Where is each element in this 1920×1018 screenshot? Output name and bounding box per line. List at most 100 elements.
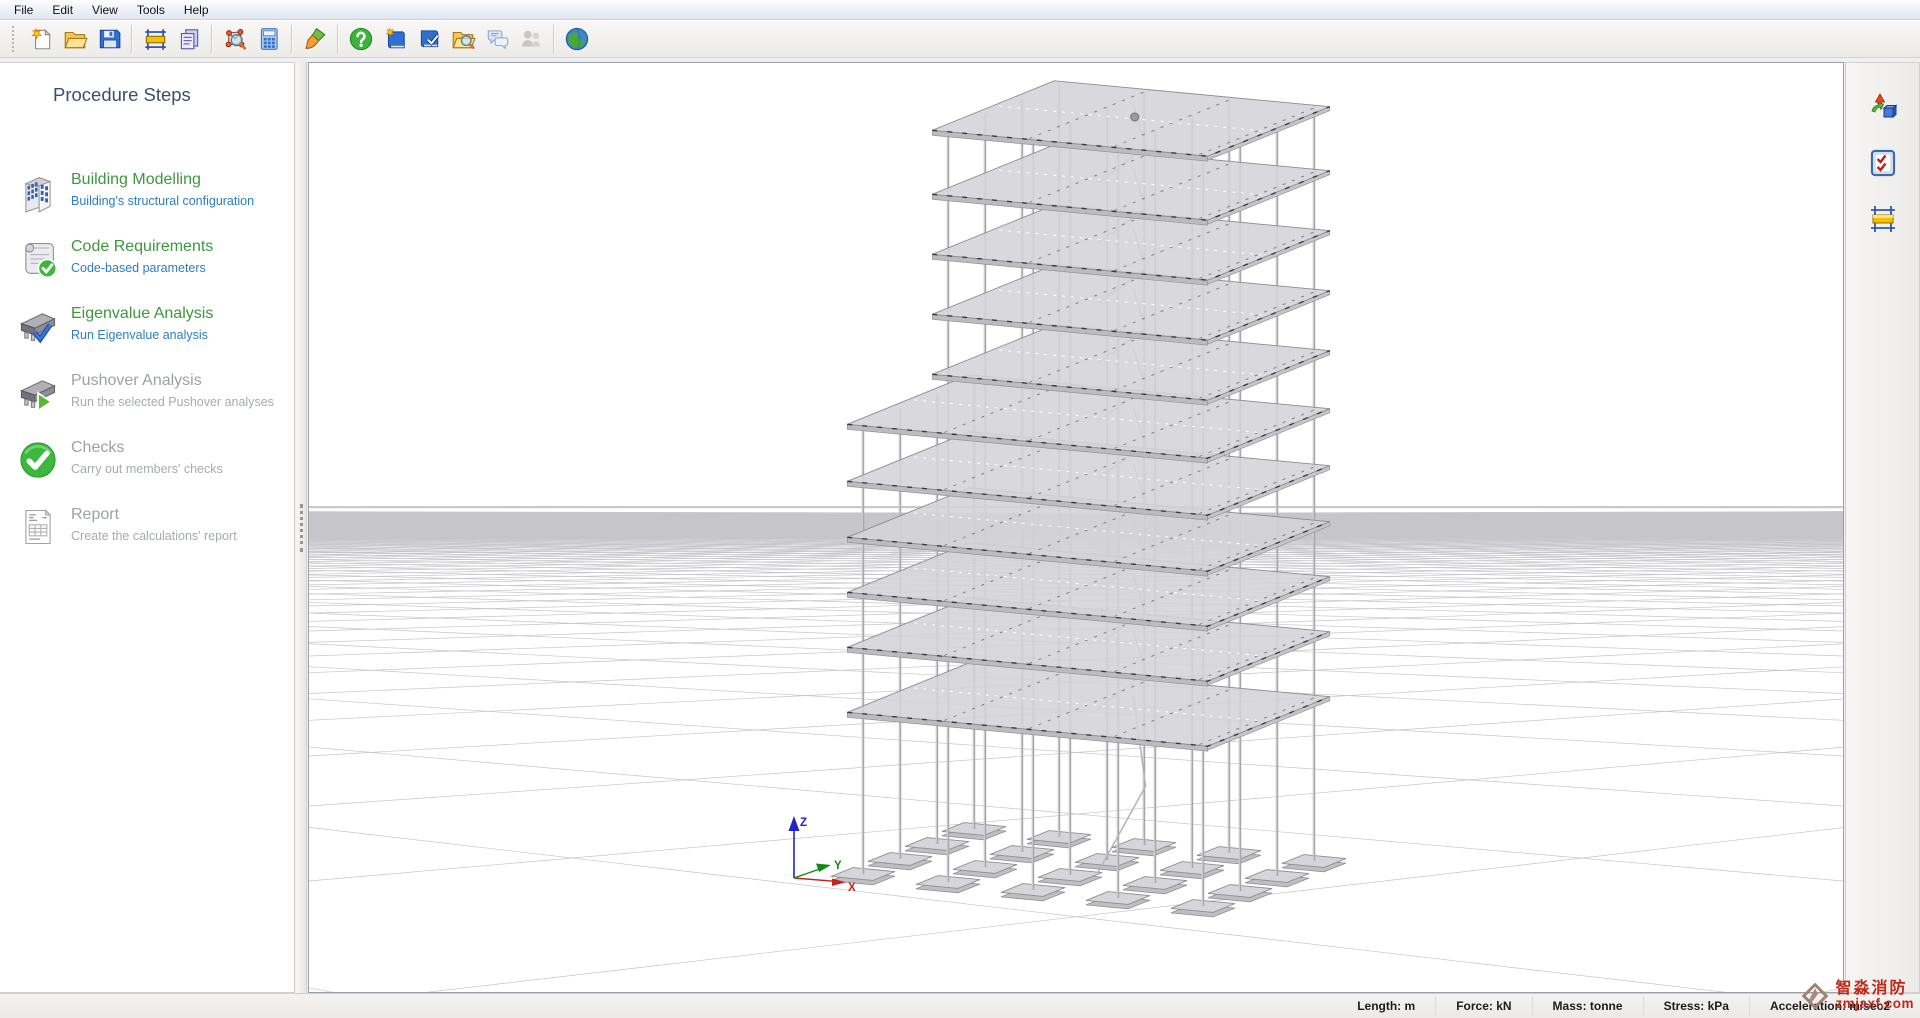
menu-help[interactable]: Help — [175, 1, 219, 19]
toolbar-grip — [12, 26, 18, 52]
calculator-button[interactable] — [253, 23, 285, 55]
step-subtitle: Run the selected Pushover analyses — [71, 395, 274, 410]
website-globe-icon — [564, 26, 590, 52]
support-icon — [518, 26, 544, 52]
display-brush-icon — [302, 26, 328, 52]
model-viewer-button[interactable] — [219, 23, 251, 55]
green-check-icon — [15, 437, 61, 483]
new-project-button[interactable] — [25, 23, 57, 55]
manual-book-icon — [416, 26, 442, 52]
toolbar-separator — [291, 25, 293, 53]
help-button[interactable] — [345, 23, 377, 55]
step-subtitle: Create the calculations' report — [71, 529, 237, 544]
step-pushover-analysis[interactable]: Pushover Analysis Run the selected Pushov… — [0, 370, 294, 437]
step-title: Building Modelling — [71, 170, 254, 190]
status-force: Force: kN — [1435, 996, 1531, 1016]
step-text: Eigenvalue AnalysisRun Eigenvalue analys… — [71, 303, 213, 343]
frame-section-icon — [142, 26, 168, 52]
manual-book-button[interactable] — [413, 23, 445, 55]
status-stress: Stress: kPa — [1643, 996, 1749, 1016]
step-subtitle: Carry out members' checks — [71, 462, 223, 477]
member-checks-button[interactable] — [1865, 145, 1901, 181]
menu-view[interactable]: View — [83, 1, 128, 19]
step-checks[interactable]: Checks Carry out members' checks — [0, 437, 294, 504]
building-icon — [16, 170, 60, 214]
toolbar-separator — [211, 25, 213, 53]
status-mass: Mass: tonne — [1532, 996, 1643, 1016]
support-button — [515, 23, 547, 55]
toolbar-separator — [553, 25, 555, 53]
examples-folder-icon — [450, 26, 476, 52]
menu-tools[interactable]: Tools — [128, 1, 175, 19]
scroll-check-icon — [16, 237, 60, 281]
step-title: Checks — [71, 438, 223, 458]
view-orientation-icon — [1867, 91, 1899, 123]
step-text: Pushover Analysis Run the selected Pushov… — [71, 370, 274, 410]
model-viewport[interactable]: Z XY — [308, 62, 1844, 993]
scroll-check-icon — [15, 236, 61, 282]
section-view-icon — [1867, 203, 1899, 235]
step-text: Building Modelling Building's structural … — [71, 169, 254, 209]
svg-text:Z: Z — [800, 817, 807, 829]
step-report[interactable]: Report Create the calculations' report — [0, 504, 294, 571]
toolbar-separator — [131, 25, 133, 53]
analysis-check-icon — [16, 304, 60, 348]
toolbar-separator — [337, 25, 339, 53]
analysis-run-icon — [15, 370, 61, 416]
view-orientation-button[interactable] — [1865, 89, 1901, 125]
step-code-requirements[interactable]: Code Requirements Code-based parameters — [0, 236, 294, 303]
step-subtitle: Building's structural configuration — [71, 194, 254, 209]
menu-edit[interactable]: Edit — [43, 1, 83, 19]
panel-title: Procedure Steps — [53, 84, 294, 106]
new-project-icon — [28, 26, 54, 52]
step-title: Pushover Analysis — [71, 371, 274, 391]
status-bar: Length: mForce: kNMass: tonneStress: kPa… — [0, 993, 1920, 1018]
svg-text:Y: Y — [834, 860, 842, 872]
calculator-icon — [256, 26, 282, 52]
procedure-steps-panel: Procedure Steps Building ModellingBuildi… — [0, 62, 295, 993]
frame-section-button[interactable] — [139, 23, 171, 55]
analysis-check-icon — [15, 303, 61, 349]
right-toolbar — [1845, 62, 1920, 993]
step-subtitle: Code-based parameters — [71, 261, 213, 276]
model-scene: Z XY — [309, 63, 1843, 992]
green-check-icon — [16, 438, 60, 482]
save-project-button[interactable] — [93, 23, 125, 55]
open-project-button[interactable] — [59, 23, 91, 55]
step-eigenvalue-analysis[interactable]: Eigenvalue AnalysisRun Eigenvalue analys… — [0, 303, 294, 370]
menu-file[interactable]: File — [5, 1, 43, 19]
analysis-run-icon — [16, 371, 60, 415]
main-toolbar — [0, 20, 1920, 58]
tutorial-book-icon — [382, 26, 408, 52]
menu-bar: FileEditViewToolsHelp — [0, 0, 1920, 20]
step-title: Report — [71, 505, 237, 525]
axis-triad: Z XY — [789, 816, 857, 894]
help-icon — [348, 26, 374, 52]
report-pages-button[interactable] — [173, 23, 205, 55]
section-view-button[interactable] — [1865, 201, 1901, 237]
open-project-icon — [62, 26, 88, 52]
tutorial-book-button[interactable] — [379, 23, 411, 55]
display-brush-button[interactable] — [299, 23, 331, 55]
step-building-modelling[interactable]: Building Modelling Building's structural … — [0, 169, 294, 236]
status-length: Length: m — [1337, 996, 1435, 1016]
website-globe-button[interactable] — [561, 23, 593, 55]
forum-chat-icon — [484, 26, 510, 52]
forum-chat-button[interactable] — [481, 23, 513, 55]
svg-text:X: X — [848, 882, 856, 894]
step-text: Checks Carry out members' checks — [71, 437, 223, 477]
report-doc-icon — [15, 504, 61, 550]
examples-folder-button[interactable] — [447, 23, 479, 55]
step-title: Code Requirements — [71, 237, 213, 257]
member-checks-icon — [1867, 147, 1899, 179]
step-subtitle: Run Eigenvalue analysis — [71, 328, 213, 343]
building-icon — [15, 169, 61, 215]
model-viewer-icon — [222, 26, 248, 52]
building-model — [831, 81, 1346, 917]
step-text: Report Create the calculations' report — [71, 504, 237, 544]
step-text: Code Requirements Code-based parameters — [71, 236, 213, 276]
panel-splitter[interactable] — [296, 62, 307, 993]
procedure-steps-list: Building Modelling Building's structural … — [0, 169, 294, 571]
status-acceleration: Acceleration: m/sec2 — [1749, 996, 1910, 1016]
save-project-icon — [96, 26, 122, 52]
